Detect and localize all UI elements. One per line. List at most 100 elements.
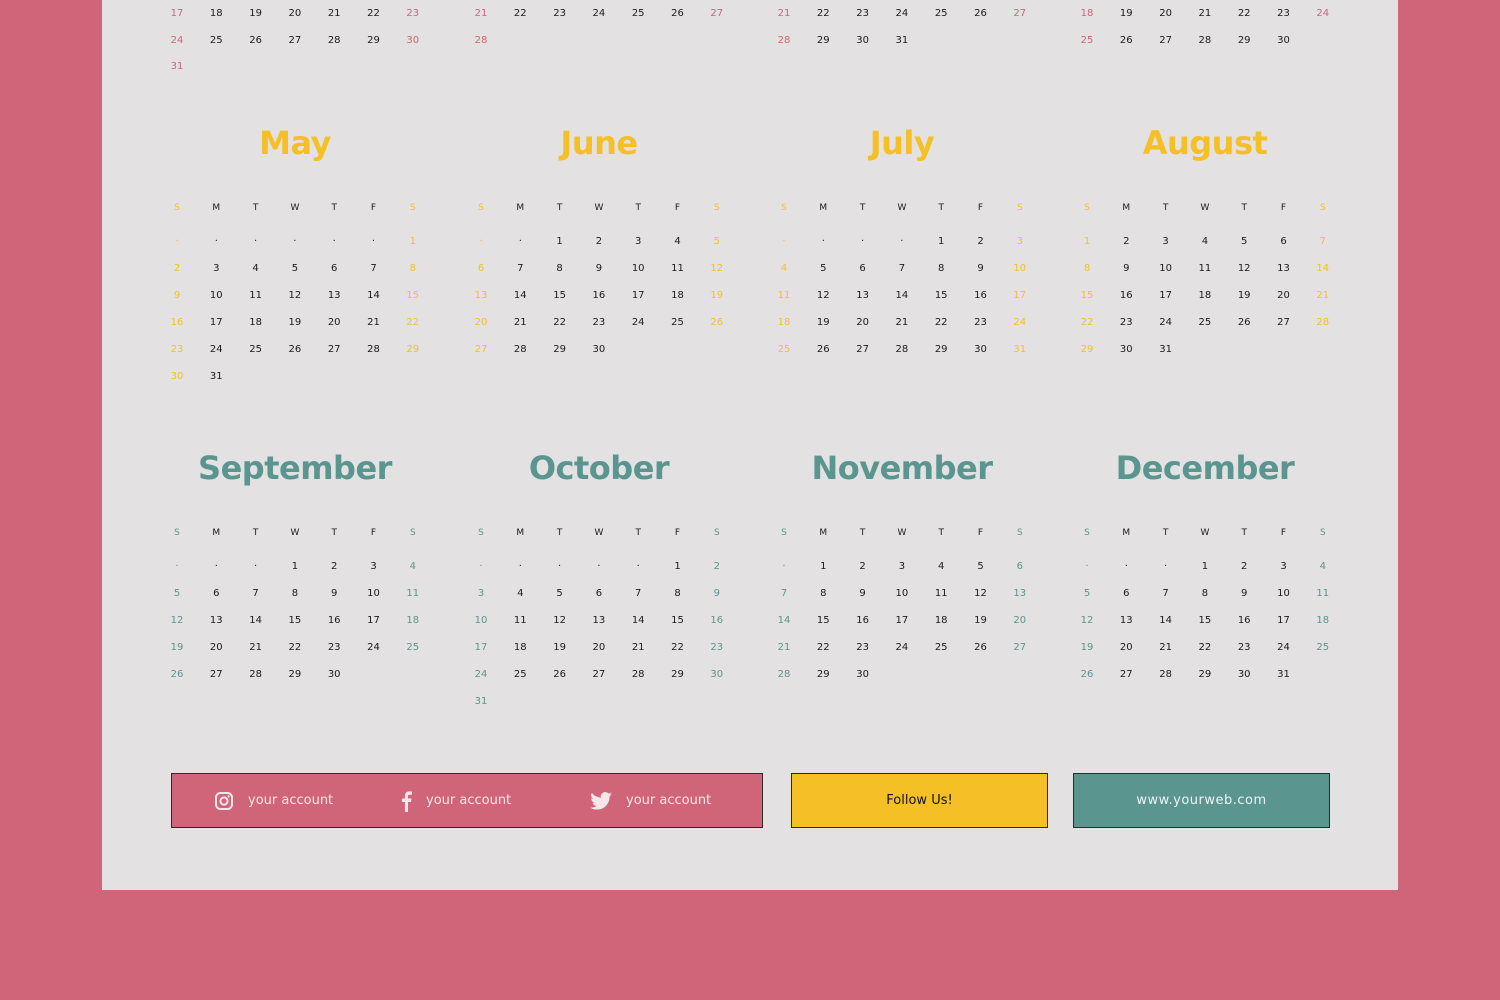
facebook-account: your account bbox=[426, 793, 512, 808]
day-cell: 28 bbox=[1198, 34, 1212, 46]
weekday-label: M bbox=[819, 527, 828, 538]
day-cell: · bbox=[175, 236, 179, 247]
day-cell: 23 bbox=[710, 641, 724, 653]
social-instagram[interactable]: your account bbox=[214, 791, 333, 811]
day-cell: 21 bbox=[777, 641, 791, 653]
weekday-label: F bbox=[1280, 527, 1287, 538]
month-title: September bbox=[198, 448, 392, 487]
day-cell: 6 bbox=[595, 587, 603, 599]
weekday-label: S bbox=[713, 527, 720, 538]
day-cell: 15 bbox=[406, 290, 420, 301]
day-cell: 30 bbox=[1237, 668, 1251, 680]
day-cell: 27 bbox=[474, 344, 488, 355]
social-facebook[interactable]: your account bbox=[400, 790, 511, 812]
day-cell: 19 bbox=[249, 8, 262, 19]
weekday-label: T bbox=[252, 527, 259, 538]
weekday-label: F bbox=[370, 203, 377, 213]
month-title: December bbox=[1115, 448, 1295, 487]
social-twitter[interactable]: your account bbox=[590, 791, 712, 810]
day-cell: 3 bbox=[635, 236, 642, 247]
day-cell: 10 bbox=[1159, 263, 1172, 274]
day-cell: 2 bbox=[977, 236, 984, 247]
day-cell: 22 bbox=[288, 641, 302, 653]
day-cell: 30 bbox=[170, 371, 184, 382]
day-cell: 21 bbox=[367, 317, 380, 328]
day-cell: 7 bbox=[517, 263, 524, 274]
instagram-account: your account bbox=[248, 793, 334, 808]
day-cell: 20 bbox=[288, 8, 302, 19]
day-cell: 25 bbox=[1198, 317, 1212, 328]
weekday-label: S bbox=[174, 203, 180, 213]
day-cell: 9 bbox=[173, 290, 181, 301]
day-cell: · bbox=[861, 236, 865, 247]
day-cell: 21 bbox=[1198, 8, 1212, 19]
weekday-label: T bbox=[635, 527, 641, 538]
day-cell: 11 bbox=[777, 290, 791, 301]
day-cell: 29 bbox=[553, 344, 566, 355]
weekday-label: F bbox=[977, 527, 984, 538]
day-cell: 18 bbox=[513, 641, 527, 653]
day-cell: 4 bbox=[1201, 236, 1209, 247]
weekday-label: S bbox=[409, 203, 416, 213]
day-cell: 3 bbox=[370, 560, 377, 572]
day-cell: 1 bbox=[674, 560, 681, 572]
day-cell: 25 bbox=[1316, 641, 1330, 653]
weekday-label: W bbox=[290, 203, 300, 213]
day-cell: 27 bbox=[327, 344, 341, 355]
day-cell: 24 bbox=[895, 641, 909, 653]
day-cell: 16 bbox=[1119, 290, 1133, 301]
day-cell: 30 bbox=[327, 668, 341, 680]
twitter-account: your account bbox=[626, 793, 712, 808]
twitter-icon bbox=[590, 791, 612, 810]
day-cell: 17 bbox=[1159, 290, 1172, 301]
day-cell: 2 bbox=[595, 236, 603, 247]
day-cell: 9 bbox=[595, 263, 603, 274]
website-link[interactable]: www.yourweb.com bbox=[1073, 773, 1330, 828]
day-cell: 29 bbox=[288, 668, 302, 680]
day-cell: 8 bbox=[1201, 587, 1209, 599]
day-cell: 30 bbox=[856, 668, 869, 680]
day-cell: 15 bbox=[553, 290, 566, 301]
day-cell: 13 bbox=[592, 614, 606, 626]
day-cell: 11 bbox=[1198, 263, 1212, 274]
day-cell: · bbox=[782, 560, 786, 572]
day-cell: 23 bbox=[856, 641, 869, 653]
day-cell: 2 bbox=[1241, 560, 1248, 572]
day-cell: 15 bbox=[934, 290, 948, 301]
weekday-label: S bbox=[409, 527, 416, 538]
day-cell: 23 bbox=[1119, 317, 1133, 328]
day-cell: 16 bbox=[327, 614, 341, 626]
day-cell: 16 bbox=[710, 614, 724, 626]
day-cell: 19 bbox=[1119, 8, 1133, 19]
day-cell: 7 bbox=[1162, 587, 1169, 599]
day-cell: 24 bbox=[367, 641, 380, 653]
day-cell: 16 bbox=[1237, 614, 1251, 626]
day-cell: · bbox=[1085, 560, 1089, 572]
day-cell: 26 bbox=[1119, 34, 1133, 46]
day-cell: 19 bbox=[288, 317, 302, 328]
day-cell: 8 bbox=[820, 587, 827, 599]
day-cell: 31 bbox=[170, 61, 184, 73]
day-cell: · bbox=[175, 560, 179, 572]
day-cell: 20 bbox=[1277, 290, 1290, 301]
day-cell: 31 bbox=[1159, 344, 1172, 355]
weekday-label: T bbox=[331, 203, 337, 213]
follow-us-button[interactable]: Follow Us! bbox=[791, 773, 1048, 828]
day-cell: 26 bbox=[816, 344, 830, 355]
day-cell: 23 bbox=[327, 641, 341, 653]
day-cell: 26 bbox=[1237, 317, 1251, 328]
day-cell: 16 bbox=[170, 317, 184, 328]
month-title: August bbox=[1142, 124, 1268, 162]
day-cell: · bbox=[254, 236, 258, 247]
day-cell: 1 bbox=[820, 560, 827, 572]
day-cell: 24 bbox=[592, 8, 606, 19]
day-cell: 27 bbox=[592, 668, 606, 680]
day-cell: 6 bbox=[859, 263, 866, 274]
day-cell: 5 bbox=[820, 263, 827, 274]
day-cell: 10 bbox=[1013, 263, 1027, 274]
day-cell: 30 bbox=[710, 668, 724, 680]
day-cell: 22 bbox=[1237, 8, 1251, 19]
weekday-label: S bbox=[1084, 203, 1090, 213]
day-cell: 30 bbox=[592, 344, 606, 355]
day-cell: 4 bbox=[780, 263, 788, 274]
